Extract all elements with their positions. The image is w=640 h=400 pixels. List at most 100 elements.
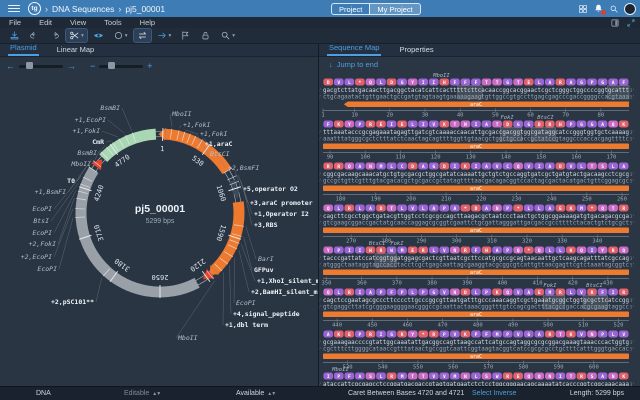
search-icon[interactable]	[609, 4, 619, 14]
enzyme-site-label[interactable]: +1,FokI	[200, 130, 227, 138]
project-button[interactable]: Project	[332, 4, 369, 14]
enzyme-site-label[interactable]: BarI	[258, 255, 274, 263]
plasmid-feature-label[interactable]: CmR	[92, 138, 104, 146]
enzyme-site-label[interactable]: BtsCI	[210, 150, 230, 158]
enzyme-site-label[interactable]: EcoPI	[32, 205, 52, 213]
cut-site-label[interactable]: FokI	[500, 115, 514, 121]
edit-state-select[interactable]: Editable▲▼	[124, 390, 160, 397]
dna-bottom-strand[interactable]: ctgcagaatactgttgaactgccgatgtagtaagtgaaaa…	[323, 94, 629, 101]
avatar[interactable]	[624, 3, 636, 15]
grid-icon[interactable]	[578, 4, 588, 14]
select-inverse-link[interactable]: Select Inverse	[472, 390, 516, 397]
cut-site-label[interactable]: BtsCI	[537, 115, 554, 121]
zoom-slider-handle[interactable]	[108, 62, 115, 69]
panel-icon[interactable]	[610, 18, 620, 28]
amino-acid-letter: Q	[622, 248, 625, 254]
dna-bottom-strand[interactable]: aaatttatgggcgctctttatctcaactagcagttttggt…	[323, 136, 629, 143]
enzyme-site-label[interactable]: MboII	[171, 110, 192, 118]
enzyme-site-label[interactable]: +2,EcoPI	[21, 253, 52, 261]
dna-bottom-strand[interactable]: gtcgaagcggaccgactatgcaaccaggagcgcggtcgaa…	[323, 220, 629, 227]
plasmid-feature-label[interactable]: +5,operator O2	[243, 185, 298, 193]
zoom-in-button[interactable]: +	[147, 62, 152, 70]
toolbar-undo-icon[interactable]	[26, 29, 43, 42]
tab-left-plasmid[interactable]: Plasmid	[8, 43, 39, 56]
bell-icon[interactable]	[593, 3, 604, 14]
plasmid-feature-label[interactable]: +3,araC promoter	[250, 199, 313, 207]
plasmid-feature-label[interactable]: +1,XhoI_silent_m	[257, 277, 318, 285]
my-project-button[interactable]: My Project	[369, 4, 419, 14]
feature-bar[interactable]	[344, 102, 629, 108]
cut-site-label[interactable]: MboII	[331, 367, 349, 373]
label-leader-line	[59, 218, 73, 269]
cut-site-label[interactable]: FokI	[390, 241, 404, 247]
enzyme-site-label[interactable]: +1,FokI	[73, 127, 100, 135]
cut-site-label[interactable]: FokI	[543, 283, 557, 289]
rotate-slider-handle[interactable]	[26, 62, 33, 69]
rotate-slider-track[interactable]	[19, 65, 63, 68]
menu-edit[interactable]: Edit	[30, 18, 61, 27]
amino-acid-letter: V	[580, 332, 583, 338]
zoom-out-button[interactable]: −	[90, 62, 95, 70]
enzyme-site-label[interactable]: +2,FokI	[29, 240, 56, 248]
enzyme-site-label[interactable]: +1,EcoPI	[75, 116, 106, 124]
availability-select[interactable]: Available▲▼	[236, 390, 275, 397]
toolbar-goto-icon[interactable]: ▾	[154, 29, 175, 42]
enzyme-site-label[interactable]: BsmBI	[77, 149, 97, 157]
enzyme-site-label[interactable]: EcoPI	[37, 265, 57, 273]
plasmid-feature-label[interactable]: +4,signal_peptide	[233, 310, 300, 318]
dna-bottom-strand[interactable]: cgctttcttggggcataaccgtttataactgccggtcaat…	[323, 346, 629, 353]
dna-bottom-strand[interactable]: gccgctgttcgtttgtacgacacgctgcgaccgctatagt…	[323, 178, 629, 185]
cut-site-label[interactable]: MboII	[432, 73, 450, 79]
enzyme-site-label[interactable]: +1,BsmFI	[35, 188, 66, 196]
hamburger-menu-icon[interactable]	[8, 5, 20, 13]
menu-help[interactable]: Help	[131, 18, 164, 27]
toolbar-redo-icon[interactable]	[46, 29, 63, 42]
plasmid-feature-label[interactable]: +2,BamHI_silent_m	[251, 288, 318, 296]
menu-view[interactable]: View	[61, 18, 95, 27]
expand-icon[interactable]	[626, 18, 636, 28]
toolbar-import-icon[interactable]	[6, 29, 23, 42]
enzyme-site-label[interactable]: BtsI	[33, 217, 49, 225]
axis-tick-number: 410	[533, 281, 543, 287]
enzyme-site-label[interactable]: EcoPI	[236, 299, 256, 307]
tab-right-sequence-map[interactable]: Sequence Map	[327, 43, 381, 56]
zoom-slider-track[interactable]	[99, 65, 143, 68]
breadcrumb-sequence-name[interactable]: pj5_00001	[125, 4, 165, 14]
breadcrumb-dna-sequences[interactable]: DNA Sequences	[52, 4, 114, 14]
rotate-right-button[interactable]: →	[67, 62, 76, 70]
axis-tick-number: 380	[427, 281, 437, 287]
dna-sequence-editor: tg › DNA Sequences › pj5_00001 Project M…	[0, 0, 640, 400]
enzyme-site-label[interactable]: +1,FokI	[183, 121, 210, 129]
tab-left-linear-map[interactable]: Linear Map	[55, 45, 97, 56]
toolbar-feature-icon[interactable]	[177, 29, 194, 42]
toolbar-cut-icon[interactable]: ▾	[66, 29, 87, 42]
cut-site-label[interactable]: BtsCI	[369, 241, 386, 247]
jump-to-end-link[interactable]: ↓ Jump to end	[329, 60, 378, 69]
tab-right-properties[interactable]: Properties	[397, 45, 435, 56]
enzyme-site-label[interactable]: MboII	[177, 334, 198, 342]
amino-acid-letter: I	[591, 248, 594, 254]
toolbar-search-icon[interactable]: ▾	[217, 29, 238, 42]
app-logo[interactable]: tg	[28, 2, 41, 15]
plasmid-feature-label[interactable]: +1,dbl term	[225, 321, 268, 329]
amino-acid-letter: I	[380, 332, 383, 338]
enzyme-site-label[interactable]: MboII	[70, 160, 91, 168]
enzyme-site-label[interactable]: EcoPI	[32, 229, 52, 237]
rotate-left-button[interactable]: ←	[6, 62, 15, 70]
toolbar-lock-icon[interactable]	[197, 29, 214, 42]
plasmid-feature-label[interactable]: +2,pSC101**	[51, 298, 94, 306]
plasmid-feature-label[interactable]: +3,RBS	[254, 221, 278, 229]
plasmid-feature-label[interactable]: GFPuv	[254, 266, 274, 274]
menu-tools[interactable]: Tools	[95, 18, 131, 27]
plasmid-feature-label[interactable]: +1,araC	[205, 140, 232, 148]
enzyme-site-label[interactable]: +2,BsmFI	[228, 164, 259, 172]
toolbar-swap-strand-icon[interactable]	[134, 29, 151, 42]
cut-site-label[interactable]: BtsCI	[586, 283, 603, 289]
dna-bottom-strand[interactable]: gtcgaggcttatcgcgggaaggggaacgggccgcaattac…	[323, 304, 629, 311]
enzyme-site-label[interactable]: BsmBI	[100, 104, 120, 112]
menu-file[interactable]: File	[0, 18, 30, 27]
plasmid-feature-label[interactable]: +1,Operator I2	[254, 210, 309, 218]
toolbar-visibility-icon[interactable]	[90, 29, 107, 42]
dna-bottom-strand[interactable]: atgggctaataggtagccacctacctcgctgagcaattag…	[323, 262, 629, 269]
toolbar-orf-icon[interactable]: ▾	[110, 29, 131, 42]
